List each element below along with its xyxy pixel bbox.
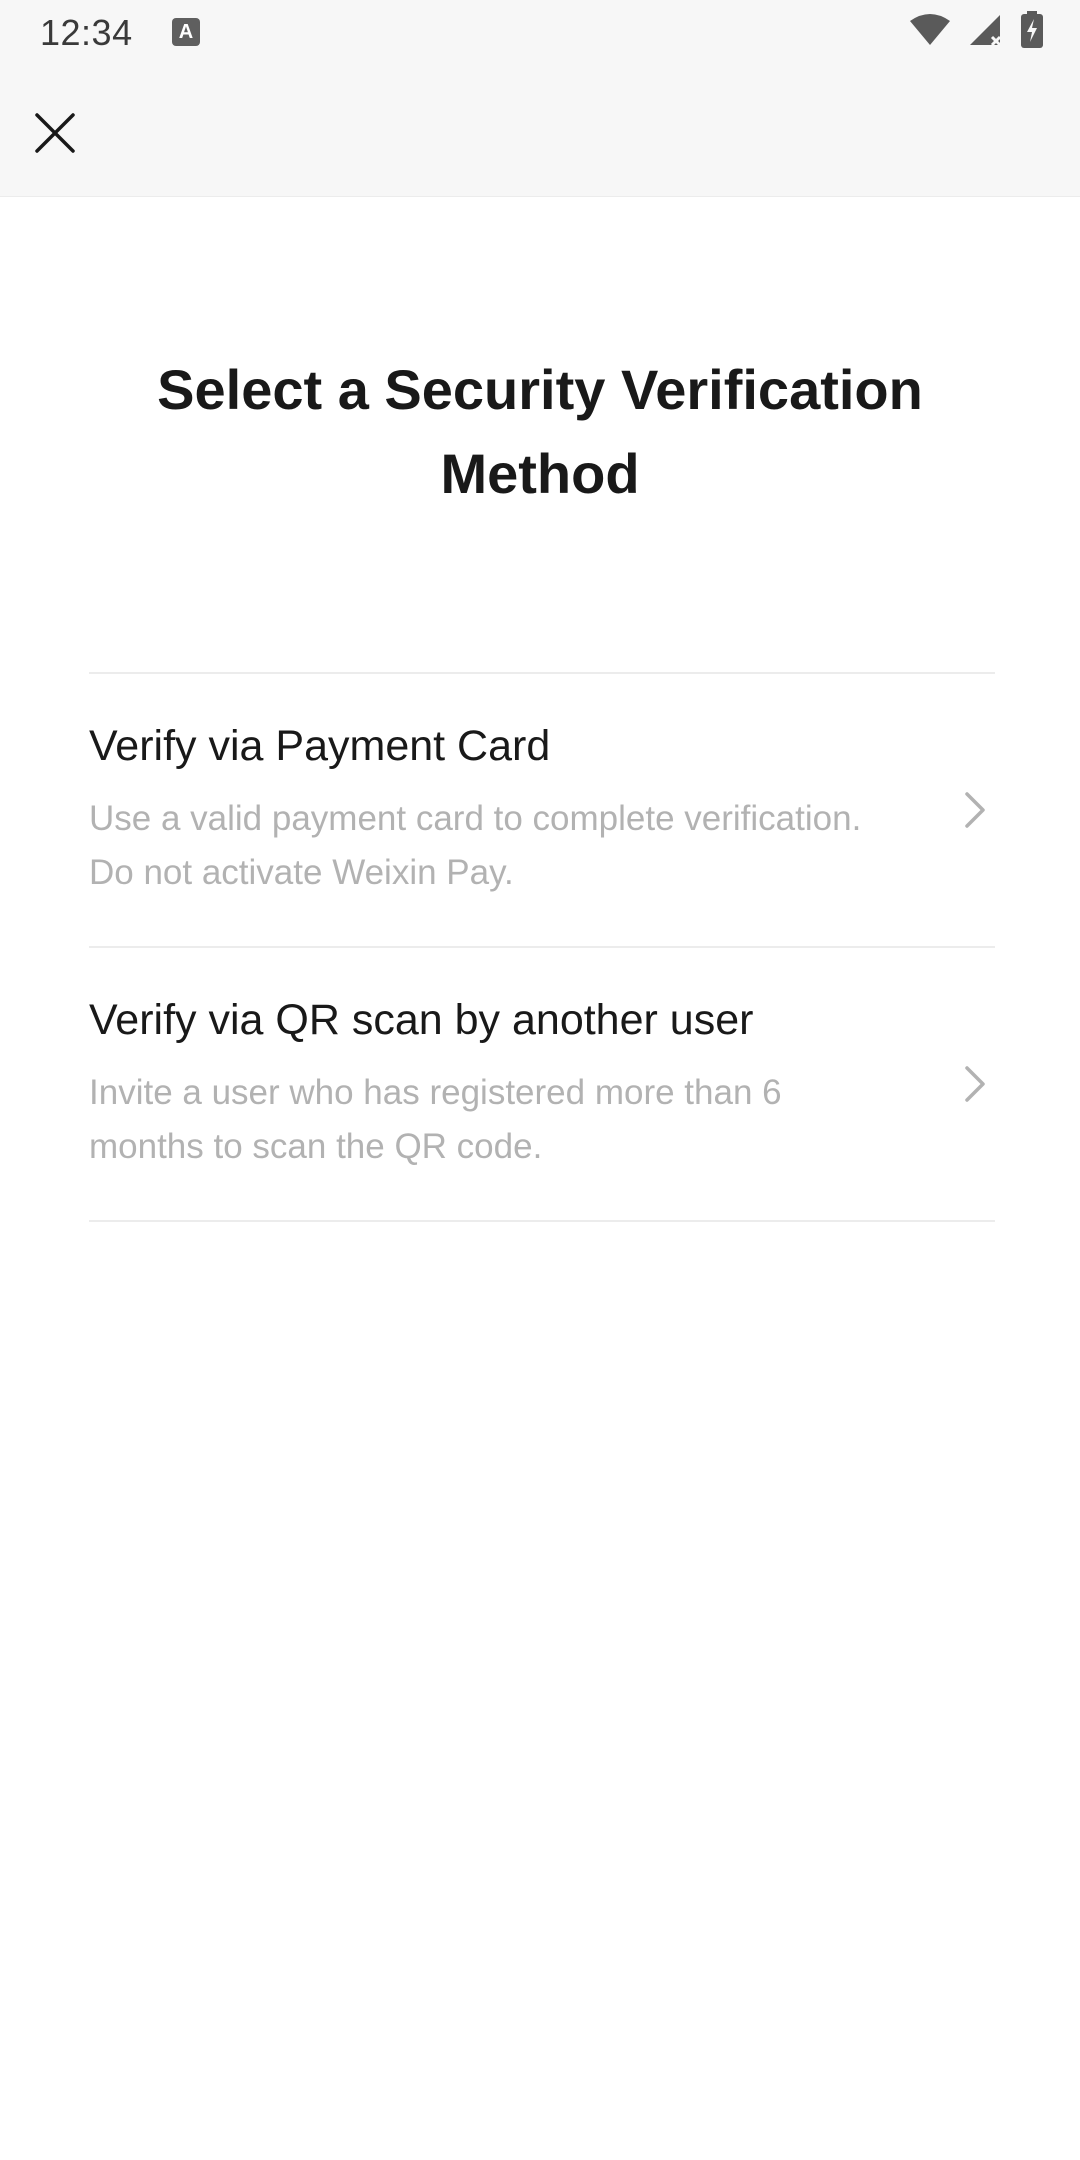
top-bar: [0, 66, 1080, 197]
battery-charging-icon: [1020, 10, 1044, 54]
status-time: 12:34: [40, 12, 133, 53]
wifi-icon: [908, 13, 952, 52]
close-button[interactable]: [20, 98, 90, 168]
screen: 12:34 A Select a Security Verification M…: [0, 0, 1080, 2160]
chevron-right-icon: [955, 780, 995, 840]
option-title: Verify via QR scan by another user: [89, 996, 754, 1044]
notification-app-icon: A: [172, 18, 200, 46]
option-payment-card[interactable]: Verify via Payment Card Use a valid paym…: [89, 674, 995, 948]
option-title: Verify via Payment Card: [89, 722, 551, 770]
status-bar: 12:34 A: [0, 0, 1080, 66]
option-description: Invite a user who has registered more th…: [89, 1073, 782, 1166]
cell-signal-icon: [968, 13, 1004, 52]
verification-options-list: Verify via Payment Card Use a valid paym…: [89, 672, 995, 1222]
option-qr-scan[interactable]: Verify via QR scan by another user Invit…: [89, 948, 995, 1222]
option-description: Use a valid payment card to complete ver…: [89, 799, 862, 892]
chevron-right-icon: [955, 1054, 995, 1114]
page-title: Select a Security Verification Method: [157, 358, 923, 505]
close-icon: [35, 113, 75, 153]
status-icons: [908, 10, 1044, 54]
